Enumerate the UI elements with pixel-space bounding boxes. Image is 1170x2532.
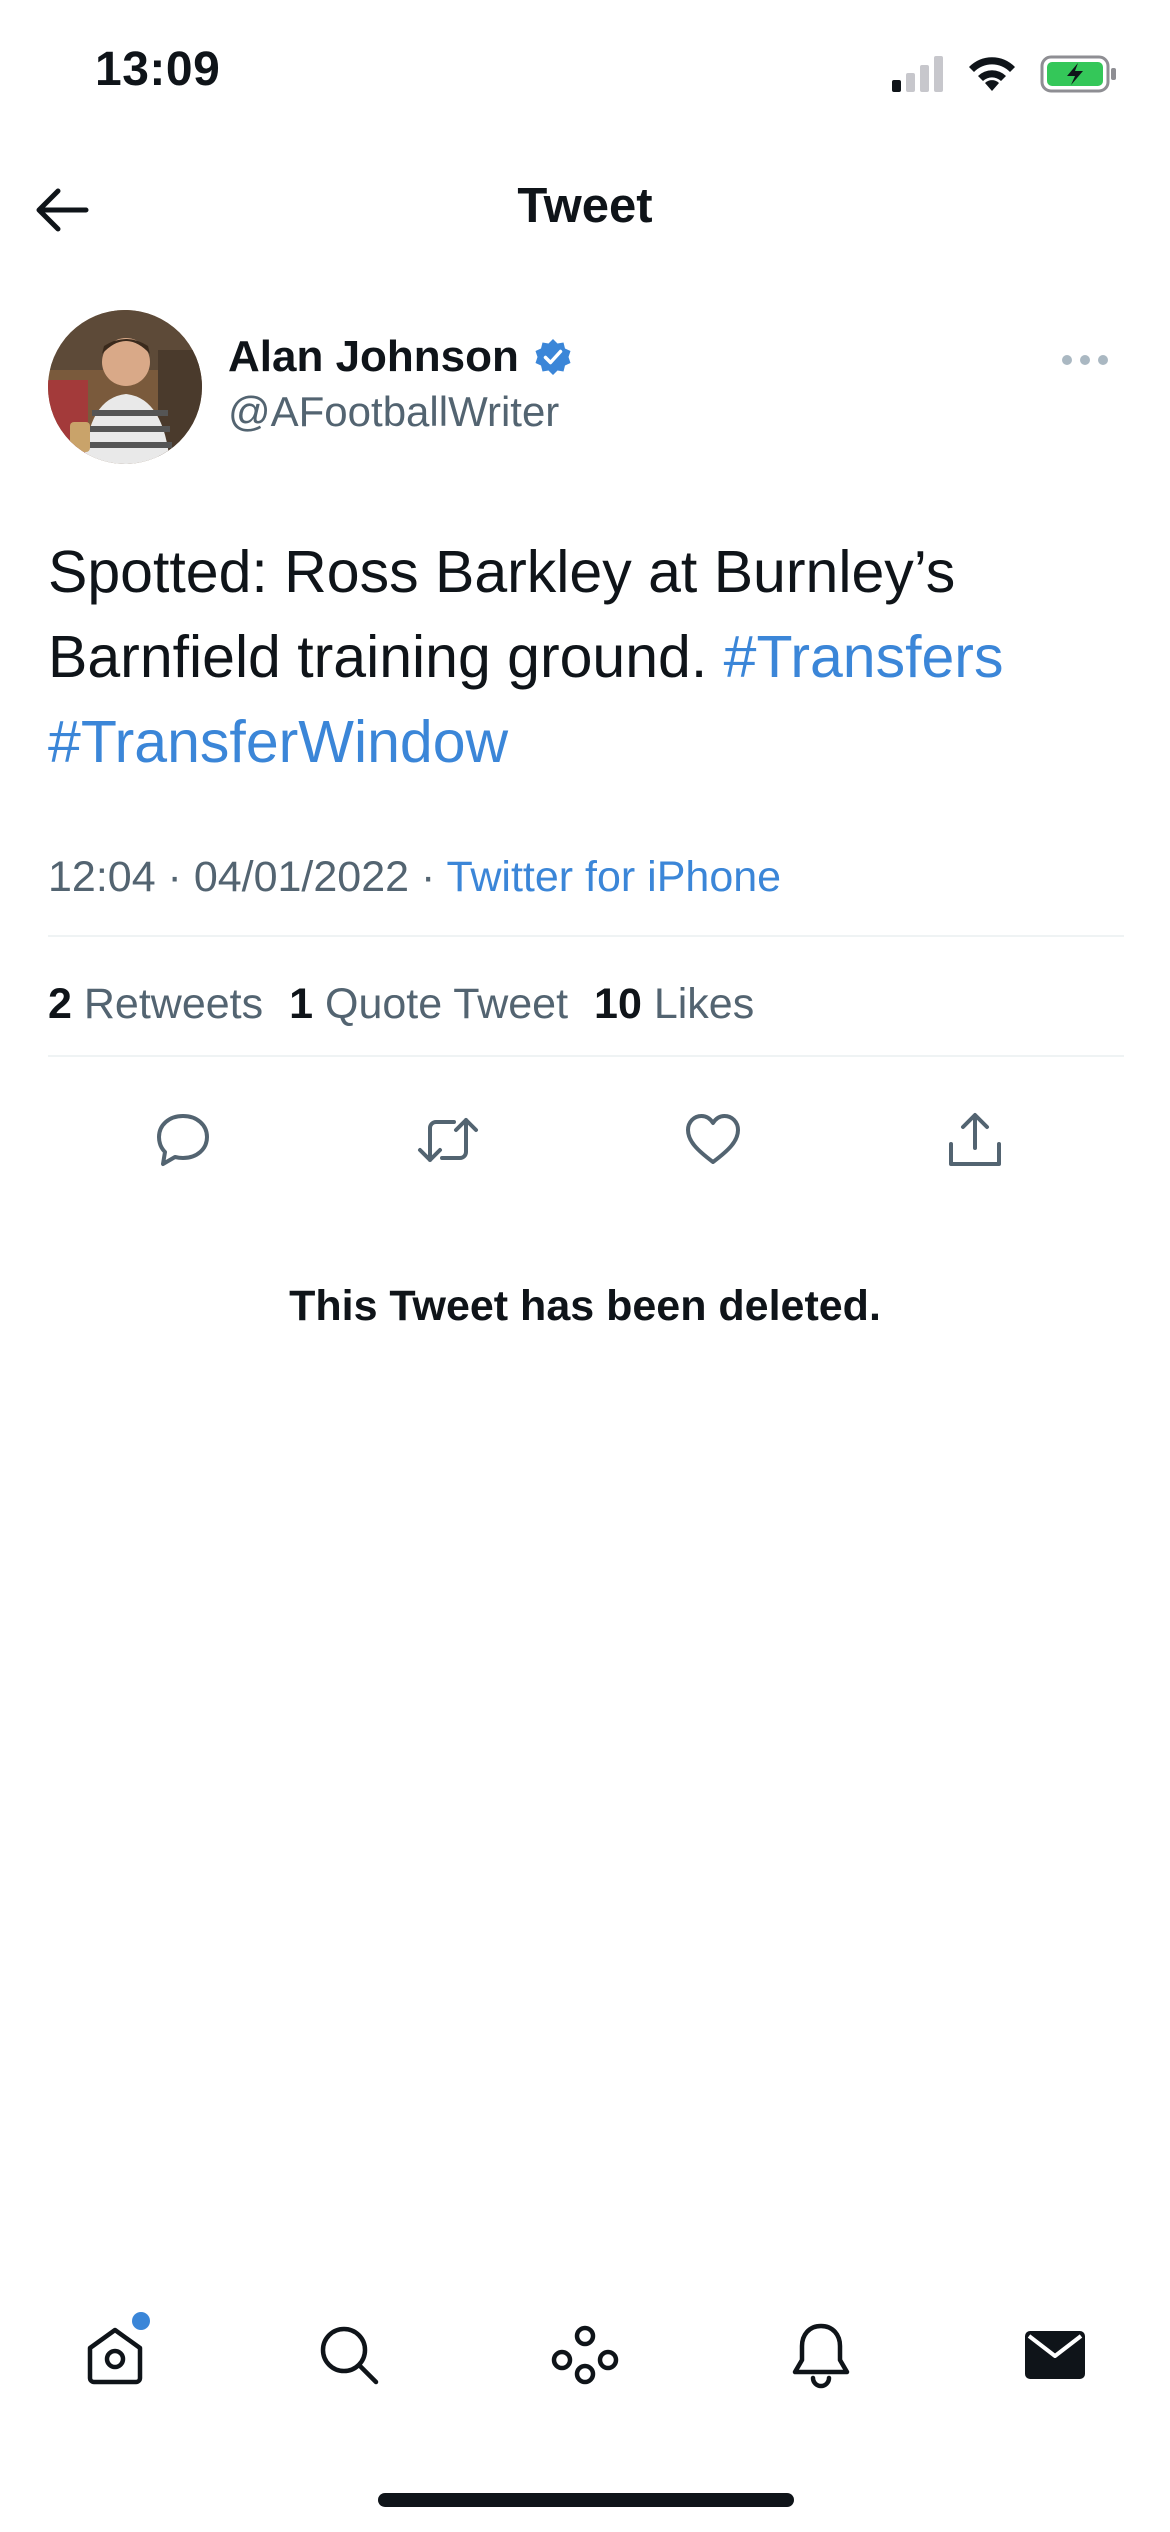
retweets-count: 2	[48, 980, 72, 1028]
reply-button[interactable]	[143, 1100, 223, 1180]
likes-label: Likes	[653, 980, 755, 1028]
quotes-count: 1	[289, 980, 314, 1028]
navigation-header: Tweet	[0, 150, 1170, 270]
retweets-stat[interactable]: 2 Retweets	[48, 980, 263, 1028]
retweet-icon	[418, 1118, 478, 1162]
spaces-icon	[551, 2325, 619, 2385]
author-name: Alan Johnson	[228, 332, 519, 381]
share-icon	[949, 1113, 1001, 1166]
home-icon	[87, 2327, 143, 2385]
wifi-icon	[969, 57, 1015, 91]
share-button[interactable]	[935, 1100, 1015, 1180]
notifications-icon	[792, 2323, 850, 2389]
tweet-time: 12:04	[48, 853, 156, 901]
home-badge-dot	[132, 2312, 150, 2330]
more-dot-icon	[1098, 355, 1108, 365]
cellular-signal-icon	[892, 56, 943, 92]
verified-badge-icon	[535, 339, 571, 375]
status-time: 13:09	[95, 43, 221, 96]
tab-search[interactable]	[304, 2310, 394, 2400]
hashtag-link[interactable]: #Transfers	[724, 624, 1004, 690]
avatar-photo	[48, 310, 202, 464]
divider	[48, 1055, 1124, 1057]
tweet-detail-screen: 13:09 Tweet Alan Johnson @AFootballWrite…	[0, 0, 1170, 2532]
page-title: Tweet	[517, 179, 653, 233]
tweet-stats: 2 Retweets 1 Quote Tweet 10 Likes	[48, 980, 754, 1029]
author-handle[interactable]: @AFootballWriter	[228, 388, 559, 436]
more-options-button[interactable]	[1050, 342, 1120, 378]
search-icon	[320, 2326, 379, 2385]
messages-icon	[1025, 2331, 1085, 2379]
battery-charging-icon	[1040, 55, 1116, 93]
retweet-button[interactable]	[408, 1100, 488, 1180]
tweet-meta: 12:04 · 04/01/2022 · Twitter for iPhone	[48, 853, 781, 902]
tab-bar	[0, 2310, 1170, 2410]
tab-messages[interactable]	[1010, 2310, 1100, 2400]
quotes-stat[interactable]: 1 Quote Tweet	[289, 980, 568, 1028]
home-indicator[interactable]	[378, 2493, 794, 2507]
retweets-label: Retweets	[83, 980, 264, 1028]
tab-notifications[interactable]	[776, 2310, 866, 2400]
tweet-date: 04/01/2022	[193, 853, 410, 901]
likes-stat[interactable]: 10 Likes	[594, 980, 754, 1028]
more-dot-icon	[1080, 355, 1090, 365]
hashtag-link[interactable]: #TransferWindow	[48, 709, 508, 775]
author-name-row[interactable]: Alan Johnson	[228, 332, 573, 382]
tweet-source-link[interactable]: Twitter for iPhone	[446, 853, 781, 901]
like-button[interactable]	[673, 1100, 753, 1180]
meta-separator: ·	[409, 853, 447, 901]
tweet-text: Spotted: Ross Barkley at Burnley’s Barnf…	[48, 530, 1128, 785]
avatar[interactable]	[48, 310, 202, 464]
tweet-actions	[0, 1100, 1170, 1180]
quotes-label: Quote Tweet	[325, 980, 569, 1028]
tab-spaces[interactable]	[540, 2310, 630, 2400]
deleted-tweet-message: This Tweet has been deleted.	[289, 1282, 881, 1330]
reply-icon	[157, 1114, 209, 1166]
status-bar: 13:09	[0, 0, 1170, 150]
tab-home[interactable]	[70, 2310, 160, 2400]
like-icon	[686, 1114, 740, 1164]
divider	[48, 935, 1124, 937]
more-dot-icon	[1062, 355, 1072, 365]
status-icons	[892, 52, 1118, 96]
likes-count: 10	[594, 980, 642, 1028]
meta-separator: ·	[155, 853, 194, 901]
